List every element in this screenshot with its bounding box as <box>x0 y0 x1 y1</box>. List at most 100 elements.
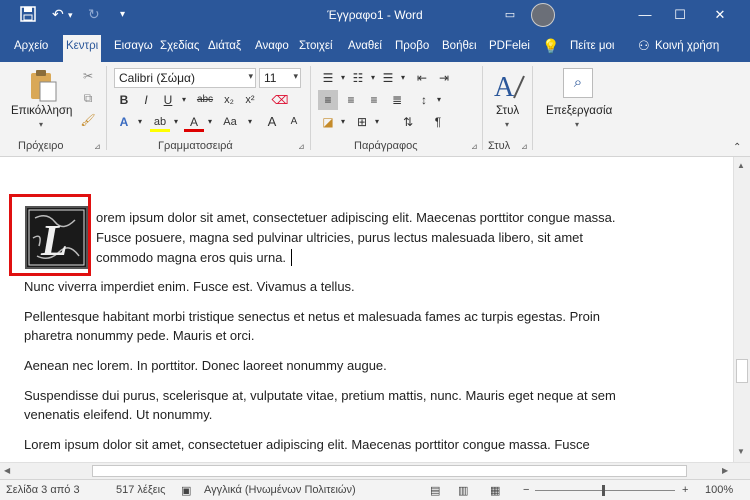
strikethrough-button[interactable]: abc <box>193 90 217 110</box>
user-icon[interactable]: ⚇ <box>638 38 650 54</box>
paragraph-line: Pellentesque habitant morbi tristique se… <box>24 309 600 324</box>
group-styles: Στυλ <box>488 140 511 152</box>
increase-indent-icon[interactable]: ⇥ <box>434 68 454 88</box>
align-right-icon[interactable]: ≡ <box>364 90 384 110</box>
cut-icon[interactable]: ✂ <box>78 66 98 86</box>
superscript-button[interactable]: x² <box>240 90 260 110</box>
paste-icon[interactable] <box>28 68 58 102</box>
display-settings-icon[interactable]: ▤ <box>430 484 440 497</box>
page-count[interactable]: Σελίδα 3 από 3 <box>6 484 80 496</box>
scroll-up-icon[interactable]: ▲ <box>737 161 745 170</box>
scroll-thumb[interactable] <box>736 359 748 383</box>
scroll-left-icon[interactable]: ◀ <box>4 466 10 475</box>
chevron-down-icon[interactable]: ▾ <box>130 112 150 132</box>
align-left-icon[interactable]: ≡ <box>318 90 338 110</box>
styles-dropdown-icon[interactable]: ▾ <box>505 120 509 129</box>
clipboard-launcher-icon[interactable]: ⊿ <box>94 142 101 151</box>
paragraph-launcher-icon[interactable]: ⊿ <box>471 142 478 151</box>
styles-launcher-icon[interactable]: ⊿ <box>521 142 528 151</box>
change-case-button[interactable]: Aa <box>218 112 242 132</box>
decrease-indent-icon[interactable]: ⇤ <box>412 68 432 88</box>
bold-button[interactable]: B <box>114 90 134 110</box>
ribbon-options-icon[interactable]: ▭ <box>495 4 525 26</box>
copy-icon[interactable]: ⧉ <box>78 88 98 108</box>
paragraph-line: Fusce posuere, magna sed pulvinar ultric… <box>96 230 584 245</box>
avatar[interactable] <box>531 3 555 27</box>
chevron-down-icon[interactable]: ▾ <box>248 71 253 82</box>
chevron-down-icon[interactable]: ▾ <box>174 90 194 110</box>
grow-font-button[interactable]: A <box>262 112 282 132</box>
tell-me-search[interactable]: Πείτε μοι <box>570 40 614 52</box>
editing-dropdown-icon[interactable]: ▾ <box>575 120 579 129</box>
svg-text:L: L <box>40 216 68 265</box>
chevron-down-icon[interactable]: ▾ <box>367 112 387 132</box>
chevron-down-icon[interactable]: ▾ <box>429 90 449 110</box>
paste-button[interactable]: Επικόλληση <box>11 105 72 117</box>
group-font: Γραμματοσειρά <box>158 140 233 152</box>
zoom-slider-thumb[interactable] <box>602 485 605 496</box>
tab-references[interactable]: Αναφο <box>255 40 289 52</box>
show-formatting-icon[interactable]: ¶ <box>428 112 448 132</box>
maximize-button[interactable]: ☐ <box>665 4 695 26</box>
chevron-down-icon[interactable]: ▾ <box>393 68 413 88</box>
drop-cap-image[interactable]: L <box>25 206 88 269</box>
scroll-thumb-h[interactable] <box>92 465 687 477</box>
tab-mailings[interactable]: Στοιχεί <box>299 40 333 52</box>
chevron-down-icon[interactable]: ▾ <box>166 112 186 132</box>
horizontal-scrollbar[interactable]: ◀ ▶ <box>0 462 750 479</box>
align-center-icon[interactable]: ≡ <box>341 90 361 110</box>
word-count[interactable]: 517 λέξεις <box>116 484 165 496</box>
read-mode-icon[interactable]: ▥ <box>458 484 468 497</box>
tab-pdfelement[interactable]: PDFelei <box>489 40 530 52</box>
paste-dropdown-icon[interactable]: ▾ <box>39 120 43 129</box>
clear-formatting-icon[interactable]: ⌫ <box>270 90 290 110</box>
paragraph-line: Aenean nec lorem. In porttitor. Donec la… <box>24 358 387 373</box>
justify-icon[interactable]: ≣ <box>387 90 407 110</box>
share-button[interactable]: Κοινή χρήση <box>655 40 719 52</box>
tab-help[interactable]: Βοήθει <box>442 40 477 52</box>
italic-button[interactable]: I <box>136 90 156 110</box>
styles-icon[interactable]: A <box>492 68 526 104</box>
tab-view[interactable]: Προβο <box>395 40 429 52</box>
zoom-slider[interactable] <box>535 490 675 491</box>
paragraph-line: pharetra nonummy pede. Mauris et orci. <box>24 328 255 343</box>
tab-home[interactable]: Κεντρι <box>63 35 102 62</box>
print-layout-icon[interactable]: ▦ <box>490 484 500 497</box>
language-status[interactable]: Αγγλικά (Ηνωμένων Πολιτειών) <box>204 484 356 496</box>
font-launcher-icon[interactable]: ⊿ <box>298 142 305 151</box>
editing-button[interactable]: Επεξεργασία <box>546 105 612 117</box>
format-painter-icon[interactable]: 🖌 <box>78 110 98 130</box>
lightbulb-icon[interactable]: 💡 <box>542 38 559 55</box>
sort-icon[interactable]: ⇅ <box>398 112 418 132</box>
ribbon-tabs: Αρχείο Κεντρι Εισαγω Σχεδίας Διάταξ Αναφ… <box>0 32 750 62</box>
zoom-level[interactable]: 100% <box>705 484 733 496</box>
chevron-down-icon[interactable]: ▾ <box>293 71 298 82</box>
paragraph-line: venenatis eleifend. Ut nonummy. <box>24 407 213 422</box>
tab-insert[interactable]: Εισαγω <box>114 40 153 52</box>
font-size-box[interactable]: 11 ▾ <box>259 68 301 88</box>
group-clipboard: Πρόχειρο <box>18 140 64 152</box>
tab-layout[interactable]: Διάταξ <box>208 40 241 52</box>
zoom-out-icon[interactable]: − <box>523 484 529 496</box>
search-icon[interactable]: ⌕ <box>563 68 593 98</box>
vertical-scrollbar[interactable]: ▲ ▼ <box>733 157 750 462</box>
collapse-ribbon-icon[interactable]: ⌃ <box>733 142 741 153</box>
scroll-right-icon[interactable]: ▶ <box>722 466 728 475</box>
font-name-box[interactable]: Calibri (Σώμα) ▾ <box>114 68 256 88</box>
tab-design[interactable]: Σχεδίας <box>160 40 199 52</box>
chevron-down-icon[interactable]: ▾ <box>333 112 353 132</box>
proofing-icon[interactable]: ▣ <box>181 484 191 497</box>
chevron-down-icon[interactable]: ▾ <box>240 112 260 132</box>
group-paragraph: Παράγραφος <box>354 140 418 152</box>
tab-review[interactable]: Αναθεί <box>348 40 382 52</box>
tab-file[interactable]: Αρχείο <box>14 40 48 52</box>
styles-button[interactable]: Στυλ <box>496 105 519 117</box>
subscript-button[interactable]: x₂ <box>219 90 239 110</box>
shrink-font-button[interactable]: A <box>284 112 304 132</box>
minimize-button[interactable]: — <box>630 4 660 26</box>
zoom-in-icon[interactable]: + <box>682 484 688 496</box>
scroll-down-icon[interactable]: ▼ <box>737 447 745 456</box>
close-button[interactable]: ✕ <box>705 4 735 26</box>
status-bar: Σελίδα 3 από 3 517 λέξεις ▣ Αγγλικά (Ηνω… <box>0 479 750 500</box>
chevron-down-icon[interactable]: ▾ <box>200 112 220 132</box>
